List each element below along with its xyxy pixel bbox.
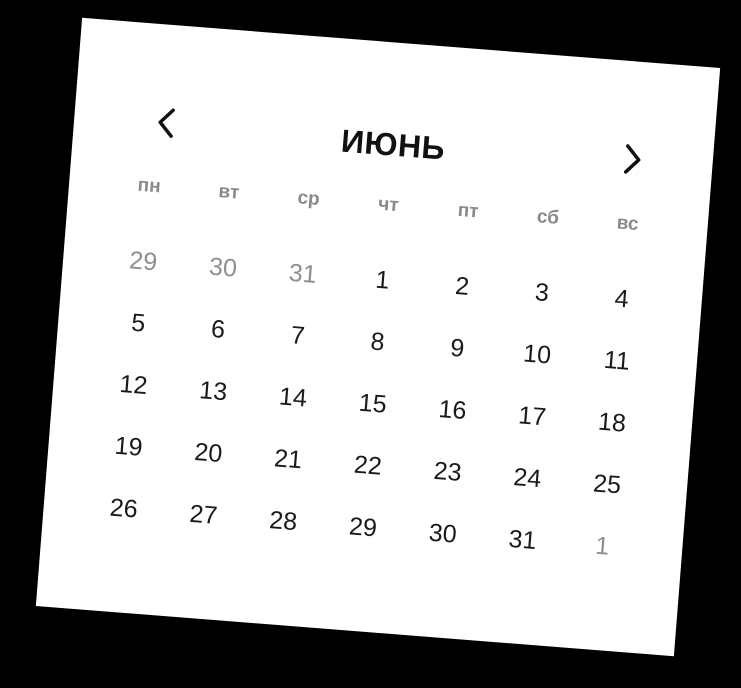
weekday-label: пт xyxy=(456,199,480,223)
day-cell[interactable]: 27 xyxy=(160,492,245,560)
day-cell[interactable]: 12 xyxy=(90,362,175,430)
days-grid: 29 30 31 1 2 3 4 5 6 7 8 9 10 11 12 13 14 15 16 17 18 19 20 21 2… xyxy=(81,238,664,591)
day-cell[interactable]: 15 xyxy=(330,381,415,449)
day-cell[interactable]: 14 xyxy=(250,374,335,442)
weekday-label: чт xyxy=(377,193,400,217)
day-cell[interactable]: 28 xyxy=(240,498,325,566)
day-cell[interactable]: 6 xyxy=(175,306,260,374)
day-cell[interactable]: 4 xyxy=(579,276,664,344)
day-cell[interactable]: 1 xyxy=(339,257,424,325)
day-cell[interactable]: 30 xyxy=(400,511,485,579)
day-cell[interactable]: 31 xyxy=(479,517,564,585)
weekday-label: вс xyxy=(615,212,640,236)
day-cell[interactable]: 23 xyxy=(404,449,489,517)
day-cell[interactable]: 21 xyxy=(245,436,330,504)
day-cell[interactable]: 19 xyxy=(85,424,170,492)
day-cell-other-month[interactable]: 1 xyxy=(559,523,644,591)
day-cell[interactable]: 29 xyxy=(320,504,405,572)
day-cell[interactable]: 11 xyxy=(574,338,659,406)
day-cell-other-month[interactable]: 30 xyxy=(180,245,265,313)
day-cell-other-month[interactable]: 29 xyxy=(100,238,185,306)
day-cell[interactable]: 17 xyxy=(489,393,574,461)
next-month-button[interactable] xyxy=(611,138,654,181)
day-cell[interactable]: 9 xyxy=(414,325,499,393)
day-cell[interactable]: 18 xyxy=(569,400,654,468)
day-cell[interactable]: 16 xyxy=(409,387,494,455)
calendar-card: ИЮНЬ пн вт ср чт пт сб вс 29 30 31 1 2 3 4 5 6 7 8 9 10 11 1… xyxy=(35,17,721,657)
day-cell[interactable]: 20 xyxy=(165,430,250,498)
chevron-right-icon xyxy=(623,144,641,174)
weekday-label: ср xyxy=(296,187,321,210)
day-cell-other-month[interactable]: 31 xyxy=(260,251,345,319)
day-cell[interactable]: 7 xyxy=(255,313,340,381)
weekday-label: пн xyxy=(136,174,162,198)
day-cell[interactable]: 25 xyxy=(564,461,649,529)
day-cell[interactable]: 5 xyxy=(95,300,180,368)
day-cell[interactable]: 13 xyxy=(170,368,255,436)
weekday-label: вт xyxy=(217,181,241,204)
day-cell[interactable]: 24 xyxy=(484,455,569,523)
day-cell[interactable]: 8 xyxy=(334,319,419,387)
day-cell[interactable]: 10 xyxy=(494,331,579,399)
weekday-label: сб xyxy=(536,206,560,229)
day-cell[interactable]: 22 xyxy=(325,443,410,511)
day-cell[interactable]: 26 xyxy=(81,486,166,554)
day-cell[interactable]: 2 xyxy=(419,263,504,331)
day-cell[interactable]: 3 xyxy=(499,270,584,338)
